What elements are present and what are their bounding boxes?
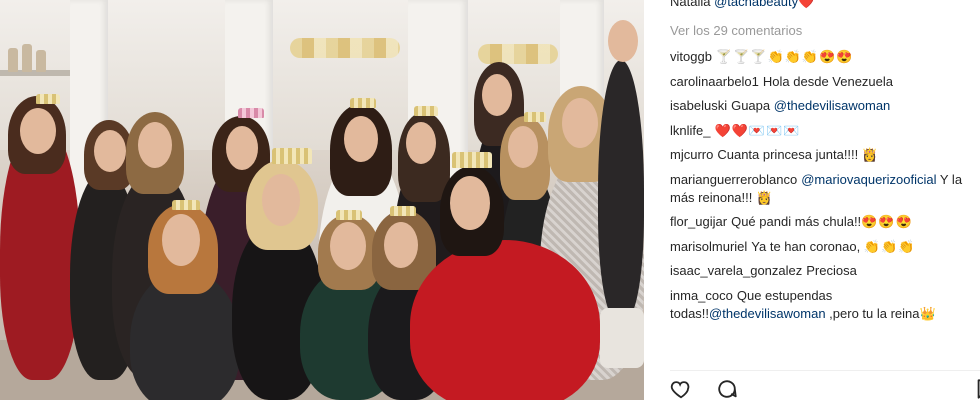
- photo-bottle: [22, 44, 32, 72]
- comment-list: vitoggb 🍸🍸🍸👏👏👏😍😍 carolinaarbelo1 Hola desde…: [670, 48, 970, 329]
- person-face: [562, 98, 598, 148]
- comment-emoji: 👸: [756, 189, 774, 205]
- comment-username-link[interactable]: isabeluski: [670, 98, 727, 113]
- comment-item: isaac_varela_gonzalez Preciosa: [670, 262, 970, 280]
- comment-item: marianguerreroblanco @mariovaquerizoofici…: [670, 171, 970, 207]
- plate: [600, 308, 644, 368]
- divider: [670, 370, 980, 371]
- person-face: [508, 126, 538, 168]
- caption-prefix: Natalia: [670, 0, 715, 9]
- tiara: [524, 112, 546, 122]
- tiara: [36, 94, 60, 104]
- tiara: [452, 152, 492, 168]
- comment-emoji: 😍😍😍: [861, 214, 913, 229]
- comment-username-link[interactable]: marisolmuriel: [670, 239, 747, 254]
- comment-username-link[interactable]: mjcurro: [670, 147, 713, 162]
- comment-item: mjcurro Cuanta princesa junta!!!! 👸: [670, 146, 970, 164]
- caption-emoji: ❤️: [798, 0, 815, 9]
- person-face: [406, 122, 436, 164]
- comment-mention-link[interactable]: @mariovaquerizooficial: [801, 172, 936, 187]
- photo-bottle: [36, 50, 46, 72]
- photo-balloons: [478, 44, 558, 64]
- tiara: [272, 148, 312, 164]
- comment-text: Hola desde Venezuela: [762, 73, 894, 89]
- comment-username-link[interactable]: lknlife_: [670, 123, 710, 138]
- comment-text: Qué pandi más chula!!: [731, 214, 862, 229]
- comment-username-link[interactable]: inma_coco: [670, 288, 733, 303]
- person-face: [450, 176, 490, 230]
- post-caption: Natalia @tachabeauty❤️: [670, 0, 814, 10]
- post-photo: [0, 0, 644, 400]
- comment-emoji: ❤️❤️💌💌💌: [714, 122, 801, 138]
- comment-mention-link[interactable]: @thedevilisawoman: [709, 306, 826, 321]
- comment-emoji: 👑: [919, 305, 937, 321]
- instagram-post: Natalia @tachabeauty❤️ Ver los 29 coment…: [0, 0, 980, 400]
- heart-icon[interactable]: [670, 378, 692, 400]
- photo-balloons: [290, 38, 400, 58]
- person: [410, 240, 600, 400]
- person-face: [94, 130, 126, 172]
- view-all-comments-link[interactable]: Ver los 29 comentarios: [670, 23, 802, 38]
- comment-item: isabeluski Guapa @thedevilisawoman: [670, 97, 970, 115]
- tiara: [350, 98, 376, 108]
- comment-mention-link[interactable]: @thedevilisawoman: [774, 98, 891, 113]
- comment-username-link[interactable]: marianguerreroblanco: [670, 172, 797, 187]
- comment-username-link[interactable]: carolinaarbelo1: [670, 74, 759, 89]
- person-face: [608, 20, 638, 62]
- caption-mention-link[interactable]: @tachabeauty: [714, 0, 798, 9]
- comment-text: Preciosa: [806, 263, 857, 278]
- comment-text: Guapa: [731, 98, 774, 113]
- comment-item: flor_ugijar Qué pandi más chula!!😍😍😍: [670, 213, 970, 231]
- comment-text: Ya te han coronao,: [751, 238, 864, 254]
- comment-item: vitoggb 🍸🍸🍸👏👏👏😍😍: [670, 48, 970, 66]
- person-face: [330, 222, 366, 270]
- tiara: [390, 206, 416, 216]
- comment-emoji: 🍸🍸🍸👏👏👏😍😍: [715, 49, 854, 64]
- person-face: [162, 214, 200, 266]
- person-face: [138, 122, 172, 168]
- comment-item: inma_coco Que estupendas todas!!@thedevil…: [670, 287, 970, 323]
- tiara: [414, 106, 438, 116]
- comment-username-link[interactable]: flor_ugijar: [670, 214, 727, 229]
- comment-emoji: 👏👏👏: [863, 238, 916, 254]
- comment-item: marisolmuriel Ya te han coronao, 👏👏👏: [670, 238, 970, 256]
- comments-panel: Natalia @tachabeauty❤️ Ver los 29 coment…: [644, 0, 980, 400]
- tiara: [238, 108, 264, 118]
- comment-item: carolinaarbelo1 Hola desde Venezuela: [670, 73, 970, 91]
- comment-text: Cuanta princesa junta!!!!: [717, 147, 862, 162]
- comment-emoji: 👸: [861, 147, 880, 162]
- tiara: [172, 200, 200, 210]
- bookmark-icon[interactable]: [974, 378, 980, 400]
- person-face: [226, 126, 258, 170]
- comment-text: ,pero tu la reina: [825, 305, 920, 321]
- person-face: [344, 116, 378, 162]
- comment-icon[interactable]: [716, 378, 738, 400]
- person-face: [384, 222, 418, 268]
- person-face: [262, 174, 300, 226]
- comment-username-link[interactable]: isaac_varela_gonzalez: [670, 263, 802, 278]
- comment-item: lknlife_ ❤️❤️💌💌💌: [670, 122, 970, 140]
- photo-bottle: [8, 48, 18, 72]
- post-actions: [670, 378, 980, 400]
- comment-username-link[interactable]: vitoggb: [670, 49, 712, 64]
- person: [598, 60, 644, 320]
- person-face: [482, 74, 512, 116]
- person-face: [20, 108, 56, 154]
- tiara: [336, 210, 362, 220]
